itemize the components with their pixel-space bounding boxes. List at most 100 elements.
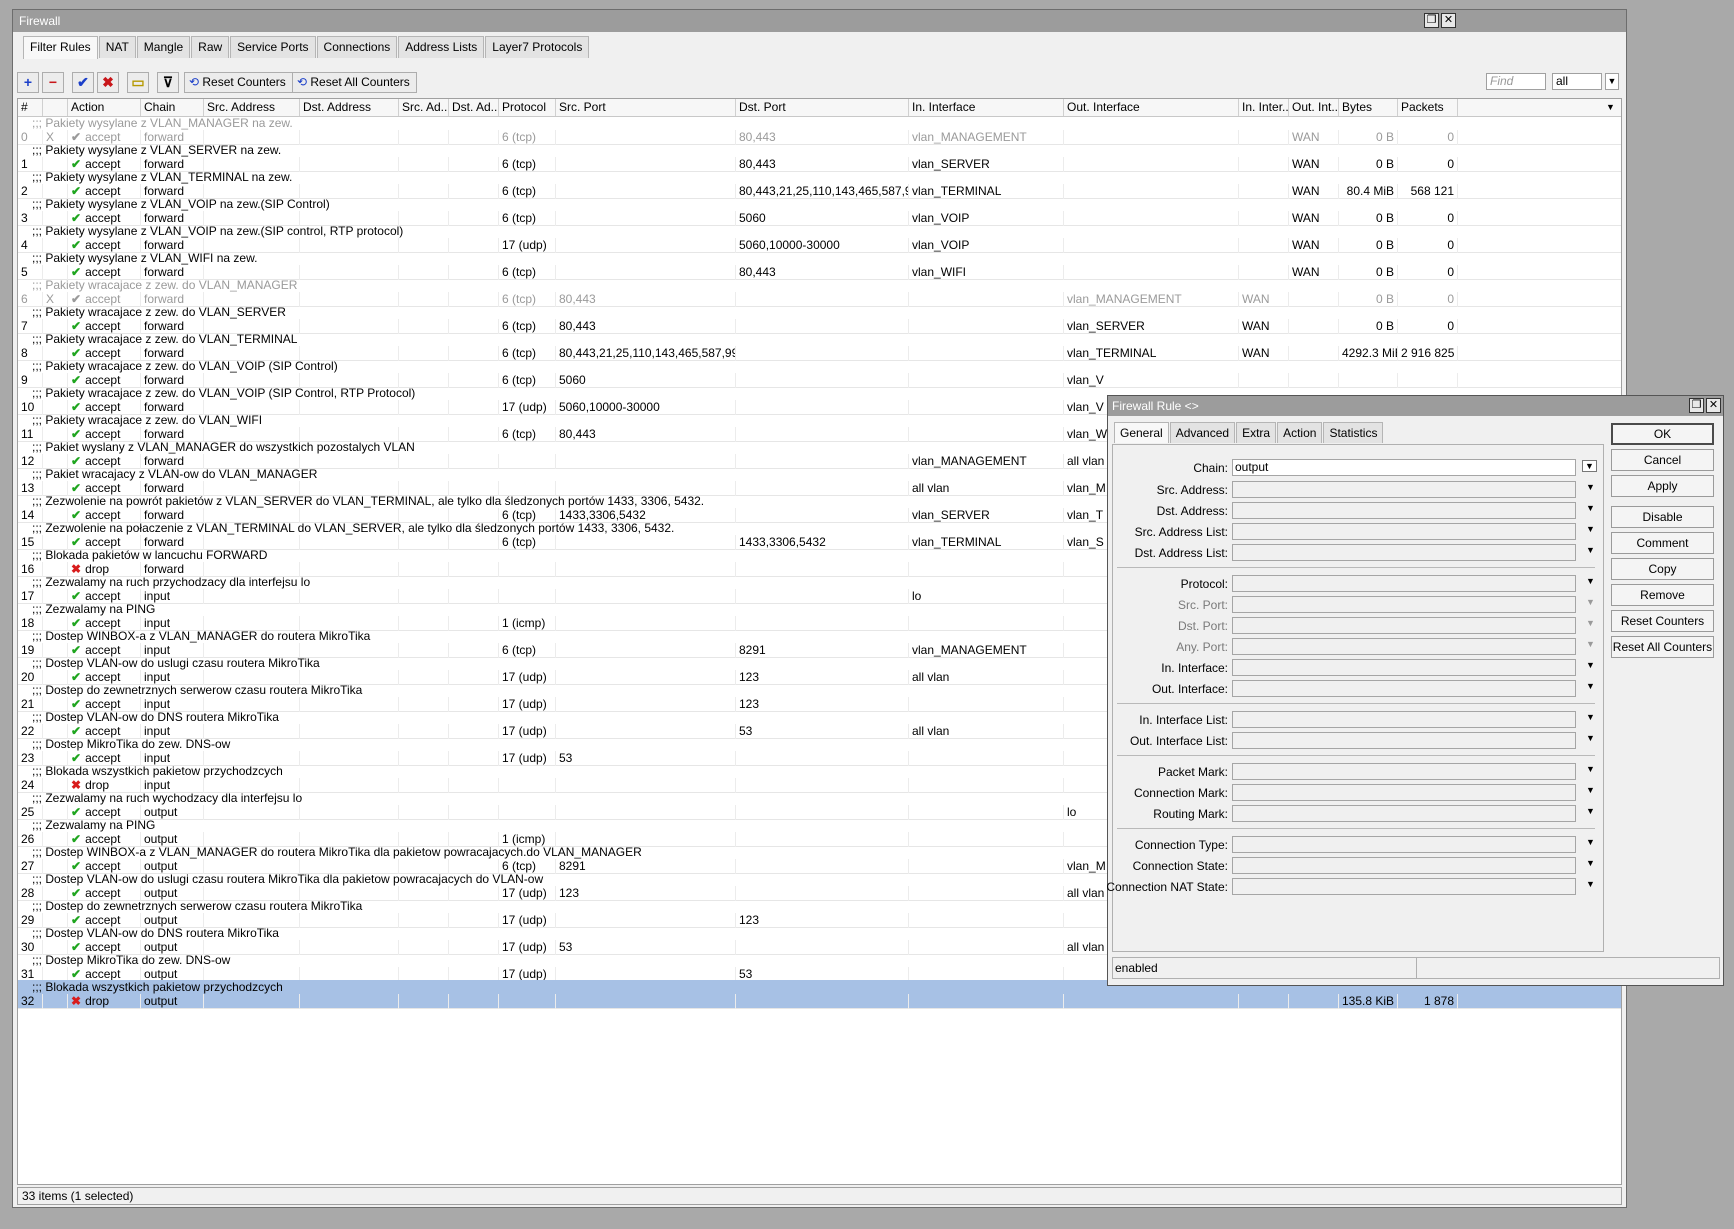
ok-button[interactable]: OK: [1611, 423, 1714, 445]
chevron-down-icon[interactable]: ▼: [1586, 806, 1595, 816]
reset-all-counters-button[interactable]: ⟲ Reset All Counters: [292, 72, 417, 93]
tab-address-lists[interactable]: Address Lists: [398, 36, 485, 58]
chevron-down-icon[interactable]: ▼: [1586, 576, 1595, 586]
dialog-close-icon[interactable]: ✕: [1706, 398, 1721, 413]
columns-menu-icon[interactable]: ▼: [1603, 99, 1621, 116]
chevron-down-icon[interactable]: ▼: [1586, 660, 1595, 670]
tab-extra[interactable]: Extra: [1236, 422, 1277, 443]
col-chain[interactable]: Chain: [141, 99, 204, 116]
connection-nat-state-field[interactable]: [1232, 878, 1576, 895]
find-input[interactable]: Find: [1486, 73, 1546, 90]
tab-general[interactable]: General: [1114, 422, 1169, 443]
col-flags[interactable]: [43, 99, 68, 116]
col-dst-address-list[interactable]: Dst. Ad...: [449, 99, 499, 116]
tab-nat[interactable]: NAT: [98, 36, 136, 58]
dst-address-field[interactable]: [1232, 502, 1576, 519]
maximize-icon[interactable]: ❐: [1424, 13, 1439, 28]
connection-type-field[interactable]: [1232, 836, 1576, 853]
chevron-down-icon[interactable]: ▼: [1586, 764, 1595, 774]
dst-address-list-field[interactable]: [1232, 544, 1576, 561]
close-icon[interactable]: ✕: [1441, 13, 1456, 28]
chevron-down-icon[interactable]: ▼: [1586, 482, 1595, 492]
chevron-down-icon[interactable]: ▼: [1586, 837, 1595, 847]
comment-button[interactable]: Comment: [1611, 532, 1714, 554]
tab-action[interactable]: Action: [1277, 422, 1323, 443]
tab-service-ports[interactable]: Service Ports: [230, 36, 316, 58]
connection-state-field[interactable]: [1232, 857, 1576, 874]
comment-icon[interactable]: ▭: [127, 72, 149, 93]
chevron-down-icon[interactable]: ▼: [1586, 524, 1595, 534]
accept-icon: ✔: [71, 183, 82, 198]
col-out-interface[interactable]: Out. Interface: [1064, 99, 1239, 116]
accept-icon: ✔: [71, 507, 82, 522]
tab-layer7-protocols[interactable]: Layer7 Protocols: [485, 36, 590, 58]
col-src-address-list[interactable]: Src. Ad...: [399, 99, 449, 116]
chevron-down-icon[interactable]: ▼: [1586, 858, 1595, 868]
remove-button[interactable]: Remove: [1611, 584, 1714, 606]
chevron-down-icon[interactable]: ▼: [1586, 785, 1595, 795]
routing-mark-field[interactable]: [1232, 805, 1576, 822]
col-num[interactable]: #: [18, 99, 43, 116]
tab-statistics[interactable]: Statistics: [1323, 422, 1384, 443]
chain-dropdown-icon[interactable]: ▼: [1582, 460, 1597, 472]
col-bytes[interactable]: Bytes: [1339, 99, 1398, 116]
cancel-button[interactable]: Cancel: [1611, 449, 1714, 471]
col-in-interface[interactable]: In. Interface: [909, 99, 1064, 116]
col-src-port[interactable]: Src. Port: [556, 99, 736, 116]
filter-icon[interactable]: ⊽: [157, 72, 179, 93]
chain-field[interactable]: output: [1232, 459, 1576, 476]
accept-icon: ✔: [71, 723, 82, 738]
rule-comment-text: ;;; Pakiety wracajace z zew. do VLAN_VOI…: [32, 359, 338, 373]
cross-icon[interactable]: ✖: [97, 72, 119, 93]
col-dst-address[interactable]: Dst. Address: [300, 99, 399, 116]
window-titlebar[interactable]: Firewall ❐ ✕: [13, 10, 1626, 32]
col-src-address[interactable]: Src. Address: [204, 99, 300, 116]
in-interface-list-field[interactable]: [1232, 711, 1576, 728]
chevron-down-icon[interactable]: ▼: [1586, 733, 1595, 743]
col-dst-port[interactable]: Dst. Port: [736, 99, 909, 116]
col-packets[interactable]: Packets: [1398, 99, 1458, 116]
minus-icon[interactable]: −: [42, 72, 64, 93]
src-address-list-field[interactable]: [1232, 523, 1576, 540]
connection-mark-field[interactable]: [1232, 784, 1576, 801]
action-label: accept: [85, 480, 121, 495]
dialog-maximize-icon[interactable]: ❐: [1689, 398, 1704, 413]
chevron-down-icon[interactable]: ▼: [1586, 879, 1595, 889]
col-action[interactable]: Action: [68, 99, 141, 116]
routing-mark-label: Routing Mark:: [1153, 807, 1228, 821]
chevron-down-icon[interactable]: ▼: [1586, 681, 1595, 691]
out-interface-list-field[interactable]: [1232, 732, 1576, 749]
tab-advanced[interactable]: Advanced: [1169, 422, 1236, 443]
plus-icon[interactable]: +: [17, 72, 39, 93]
tab-filter-rules[interactable]: Filter Rules: [23, 36, 98, 59]
tab-raw[interactable]: Raw: [191, 36, 230, 58]
rule-comment-text: ;;; Pakiet wracajacy z VLAN-ow do VLAN_M…: [32, 467, 318, 481]
reset-all-counters-dialog-button[interactable]: Reset All Counters: [1611, 636, 1714, 658]
col-protocol[interactable]: Protocol: [499, 99, 556, 116]
chevron-down-icon[interactable]: ▼: [1586, 712, 1595, 722]
filter-dropdown-icon[interactable]: ▼: [1605, 73, 1619, 90]
rule-comment-text: ;;; Blokada pakietów w lancuchu FORWARD: [32, 548, 268, 562]
src-address-field[interactable]: [1232, 481, 1576, 498]
chevron-down-icon: ▼: [1586, 618, 1595, 628]
chevron-down-icon[interactable]: ▼: [1586, 545, 1595, 555]
in-interface-field[interactable]: [1232, 659, 1576, 676]
rule-comment-text: ;;; Pakiety wysylane z VLAN_VOIP na zew.…: [32, 224, 404, 238]
protocol-field[interactable]: [1232, 575, 1576, 592]
packet-mark-field[interactable]: [1232, 763, 1576, 780]
reset-counters-button[interactable]: ⟲ Reset Counters: [184, 72, 293, 93]
out-interface-field[interactable]: [1232, 680, 1576, 697]
tab-connections[interactable]: Connections: [316, 36, 398, 58]
tab-mangle[interactable]: Mangle: [136, 36, 191, 58]
dialog-titlebar[interactable]: Firewall Rule <> ❐ ✕: [1108, 396, 1723, 416]
reset-counters-dialog-button[interactable]: Reset Counters: [1611, 610, 1714, 632]
disable-button[interactable]: Disable: [1611, 506, 1714, 528]
check-icon[interactable]: ✔: [72, 72, 94, 93]
apply-button[interactable]: Apply: [1611, 475, 1714, 497]
chevron-down-icon[interactable]: ▼: [1586, 503, 1595, 513]
table-row[interactable]: 32 ✖ drop output 135.8 KiB 1 878: [18, 993, 1621, 1009]
filter-select[interactable]: all: [1552, 73, 1602, 90]
col-in-interface-list[interactable]: In. Inter...: [1239, 99, 1289, 116]
copy-button[interactable]: Copy: [1611, 558, 1714, 580]
col-out-interface-list[interactable]: Out. Int...: [1289, 99, 1339, 116]
